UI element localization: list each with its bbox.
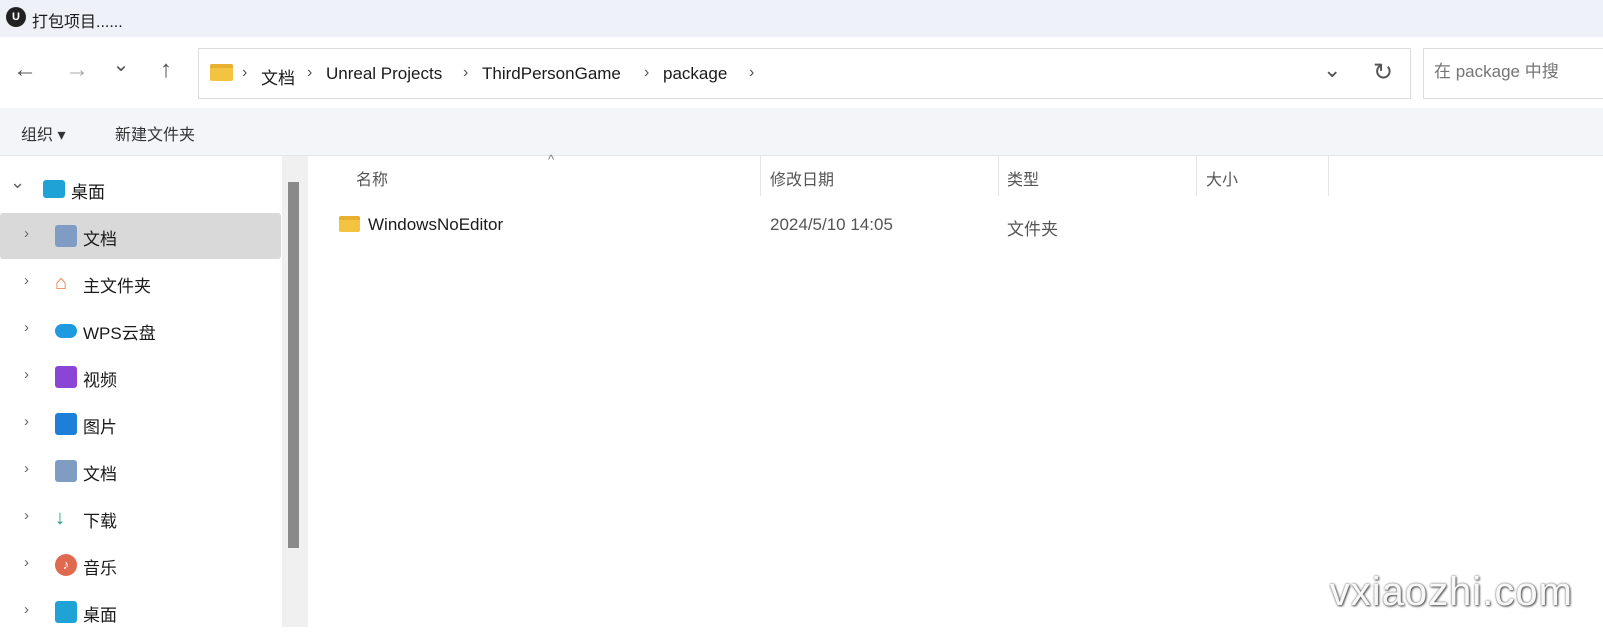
column-divider[interactable]	[760, 156, 761, 196]
organize-button[interactable]: 组织 ▾	[21, 121, 65, 145]
breadcrumb-package[interactable]: package	[663, 64, 727, 84]
chevron-right-icon[interactable]: ›	[24, 225, 29, 242]
sidebar-item[interactable]: ⌄ 桌面	[0, 166, 281, 212]
sidebar-item[interactable]: › ↓ 下载	[0, 495, 281, 541]
sidebar-item-label: 文档	[83, 230, 117, 249]
chevron-right-icon[interactable]: ›	[24, 554, 29, 571]
sidebar-item-label: 视频	[83, 371, 117, 390]
home-icon: ⌂	[55, 272, 68, 294]
back-arrow-icon[interactable]: ←	[10, 56, 40, 84]
sidebar-scrollbar-thumb[interactable]	[288, 182, 299, 548]
sidebar-item-label: 桌面	[83, 606, 117, 625]
pictures-icon	[55, 413, 77, 435]
video-icon	[55, 366, 77, 388]
sidebar-item[interactable]: › WPS云盘	[0, 307, 281, 353]
column-divider[interactable]	[1328, 156, 1329, 196]
breadcrumb-thirdpersongame[interactable]: ThirdPersonGame	[482, 64, 621, 84]
folder-icon	[339, 216, 360, 232]
breadcrumb-unreal-projects[interactable]: Unreal Projects	[326, 64, 442, 84]
file-list: ^ 名称 修改日期 类型 大小 WindowsNoEditor 2024/5/1…	[308, 152, 1603, 627]
column-divider[interactable]	[998, 156, 999, 196]
up-arrow-icon[interactable]: ↑	[151, 56, 181, 84]
watermark: vxiaozhi.com	[1329, 570, 1573, 614]
breadcrumb-separator[interactable]: ›	[307, 64, 312, 82]
file-row[interactable]: WindowsNoEditor 2024/5/10 14:05 文件夹	[328, 206, 1328, 244]
breadcrumb-separator[interactable]: ›	[463, 64, 468, 82]
desktop-icon	[55, 601, 77, 623]
sidebar-item[interactable]: › ♪ 音乐	[0, 542, 281, 588]
documents-icon	[55, 225, 77, 247]
sidebar-item[interactable]: › 图片	[0, 401, 281, 447]
chevron-down-icon[interactable]: ⌄	[10, 172, 25, 193]
forward-arrow-icon[interactable]: →	[62, 56, 92, 84]
sidebar-item-label: 下载	[83, 512, 117, 531]
sort-ascending-icon: ^	[548, 152, 555, 167]
title-bar: U 打包项目......	[0, 0, 1603, 37]
sidebar-item[interactable]: › 桌面	[0, 589, 281, 635]
sidebar-item[interactable]: › 文档	[0, 213, 281, 259]
sidebar-item[interactable]: › 视频	[0, 354, 281, 400]
sidebar-item-label: 音乐	[83, 559, 117, 578]
column-header-name[interactable]: 名称	[356, 166, 388, 190]
refresh-icon[interactable]: ↻	[1373, 58, 1393, 87]
search-input[interactable]	[1434, 62, 1603, 82]
address-dropdown-chevron-icon[interactable]: ⌄	[1323, 57, 1341, 83]
new-folder-button[interactable]: 新建文件夹	[115, 121, 195, 145]
sidebar-item-label: 主文件夹	[83, 277, 151, 296]
unreal-logo-icon: U	[6, 7, 26, 27]
window-title: 打包项目......	[32, 14, 123, 31]
cloud-icon	[55, 324, 77, 338]
download-icon: ↓	[55, 507, 65, 529]
documents-icon	[55, 460, 77, 482]
music-icon: ♪	[55, 554, 77, 576]
search-box[interactable]	[1423, 48, 1603, 99]
chevron-right-icon[interactable]: ›	[24, 460, 29, 477]
sidebar-item-label: 图片	[83, 418, 117, 437]
recent-locations-chevron-icon[interactable]: ⌄	[106, 52, 136, 77]
column-divider[interactable]	[1196, 156, 1197, 196]
chevron-right-icon[interactable]: ›	[24, 319, 29, 336]
breadcrumb-separator: ›	[242, 64, 248, 81]
address-bar[interactable]: › 文档 › Unreal Projects › ThirdPersonGame…	[198, 48, 1411, 99]
breadcrumb-separator[interactable]: ›	[644, 64, 649, 82]
chevron-right-icon[interactable]: ›	[24, 413, 29, 430]
column-header-size[interactable]: 大小	[1206, 166, 1238, 190]
sidebar-item-label: 文档	[83, 465, 117, 484]
sidebar-item[interactable]: › ⌂ 主文件夹	[0, 260, 281, 306]
breadcrumb-separator[interactable]: ›	[749, 64, 754, 82]
chevron-right-icon[interactable]: ›	[24, 507, 29, 524]
chevron-right-icon[interactable]: ›	[24, 366, 29, 383]
sidebar-item[interactable]: › 文档	[0, 448, 281, 494]
column-header-type[interactable]: 类型	[1007, 166, 1039, 190]
folder-icon	[210, 64, 233, 81]
file-name: WindowsNoEditor	[368, 215, 504, 234]
breadcrumb-documents[interactable]: 文档	[261, 64, 295, 89]
sidebar-item-label: 桌面	[71, 183, 105, 202]
file-modified: 2024/5/10 14:05	[770, 215, 893, 234]
chevron-right-icon[interactable]: ›	[24, 601, 29, 618]
command-toolbar: 组织 ▾ 新建文件夹	[0, 108, 1603, 156]
chevron-right-icon[interactable]: ›	[24, 272, 29, 289]
desktop-icon	[43, 180, 65, 198]
navigation-pane: ⌄ 桌面 › 文档 › ⌂ 主文件夹 › WPS云盘 › 视频 › 图片 › 文档 › ↓ 下载 › ♪ 音乐 › 桌面	[0, 156, 282, 627]
sidebar-item-label: WPS云盘	[83, 324, 156, 343]
file-type: 文件夹	[1007, 220, 1058, 239]
column-header-modified[interactable]: 修改日期	[770, 166, 834, 190]
